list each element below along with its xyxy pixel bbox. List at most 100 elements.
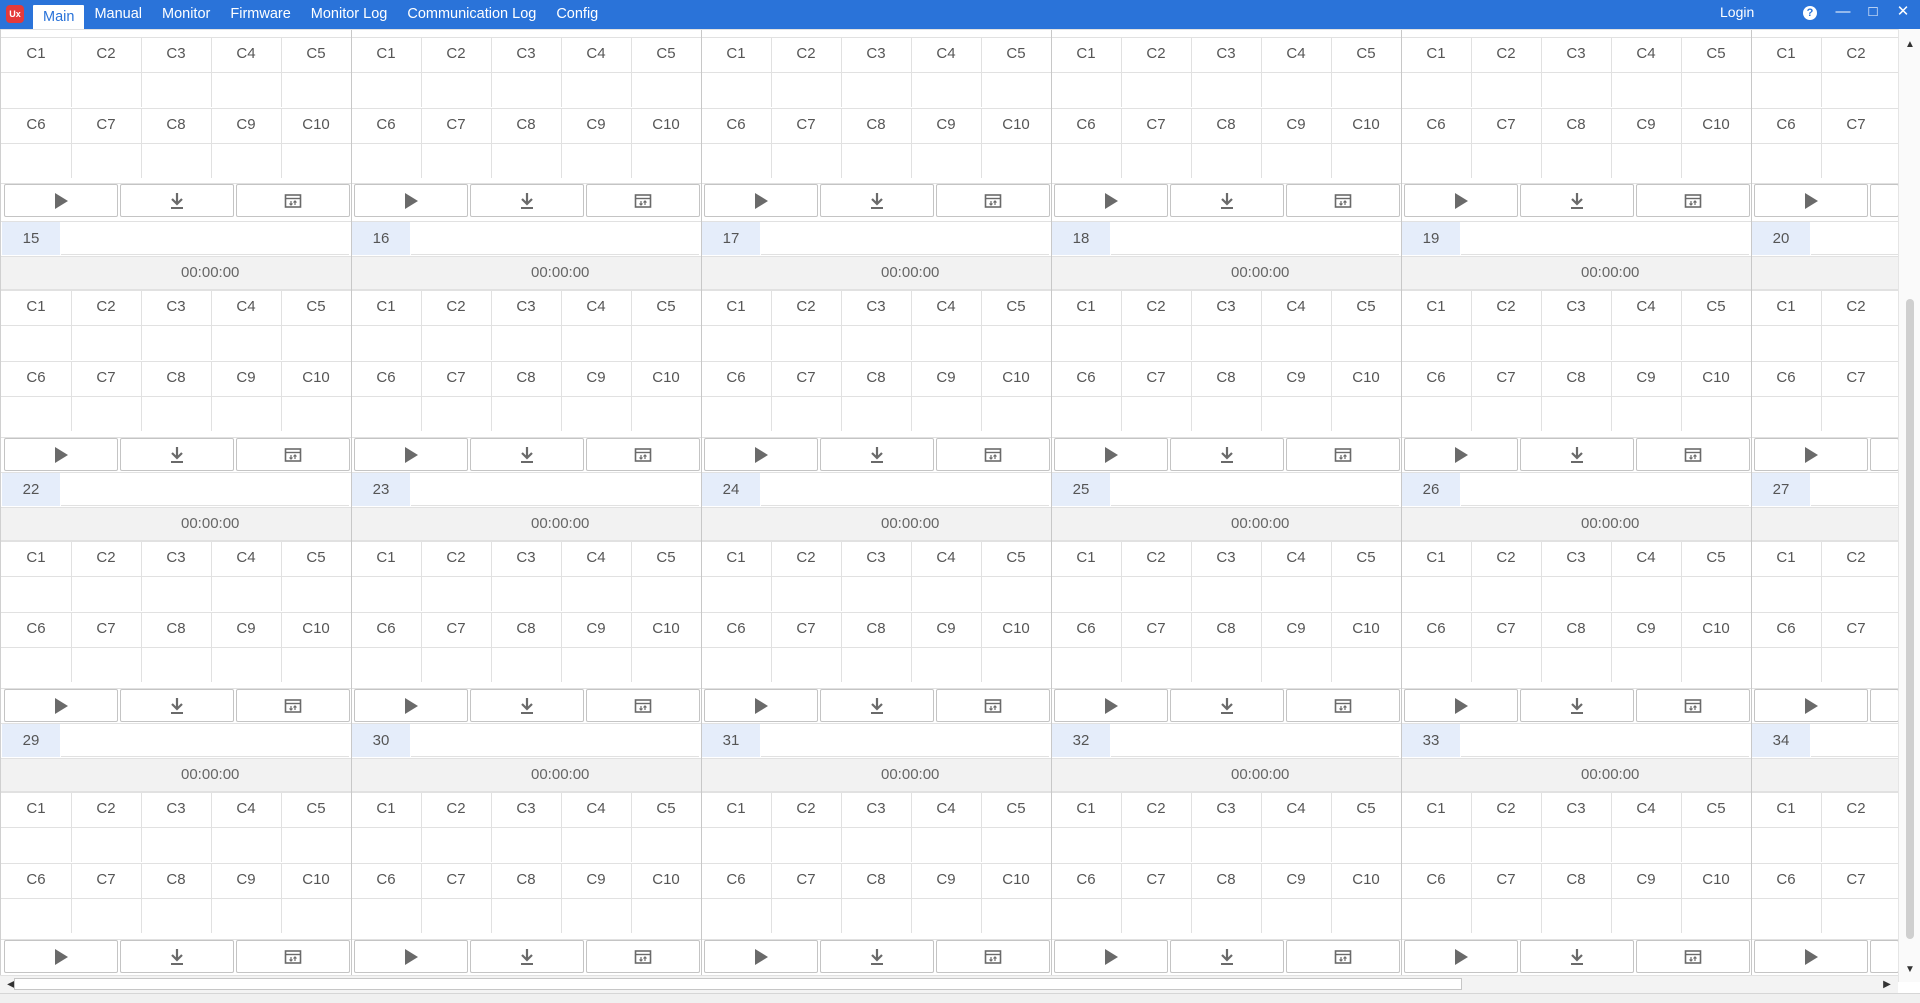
horizontal-scroll-thumb[interactable] (14, 978, 1462, 990)
unit-name-field[interactable] (1111, 473, 1399, 506)
download-button[interactable] (1170, 940, 1284, 973)
start-button[interactable] (354, 689, 468, 722)
download-button[interactable] (1520, 940, 1634, 973)
download-button[interactable] (470, 184, 584, 217)
settings-button[interactable] (1636, 689, 1750, 722)
settings-button[interactable] (936, 689, 1050, 722)
start-button[interactable] (1754, 940, 1868, 973)
start-button[interactable] (1054, 689, 1168, 722)
start-button[interactable] (1404, 689, 1518, 722)
vertical-scrollbar[interactable]: ▲ ▼ (1898, 29, 1920, 982)
settings-button[interactable] (586, 438, 700, 471)
unit-name-field[interactable] (1111, 724, 1399, 757)
download-button[interactable] (1170, 438, 1284, 471)
download-button[interactable] (1870, 184, 1899, 217)
start-button[interactable] (4, 940, 118, 973)
settings-button[interactable] (936, 438, 1050, 471)
start-button[interactable] (704, 689, 818, 722)
menu-item-firmware[interactable]: Firmware (220, 3, 300, 26)
unit-name-field[interactable] (1461, 473, 1749, 506)
start-button[interactable] (1754, 689, 1868, 722)
settings-button[interactable] (586, 689, 700, 722)
settings-button[interactable] (236, 689, 350, 722)
start-button[interactable] (704, 940, 818, 973)
download-button[interactable] (1870, 438, 1899, 471)
horizontal-scrollbar[interactable]: ◀ ▶ (0, 975, 1898, 994)
close-icon[interactable]: ✕ (1888, 0, 1918, 24)
download-button[interactable] (470, 689, 584, 722)
download-button[interactable] (1170, 689, 1284, 722)
download-button[interactable] (120, 184, 234, 217)
unit-name-field[interactable] (1111, 222, 1399, 255)
login-link[interactable]: Login (1720, 0, 1754, 24)
download-button[interactable] (470, 940, 584, 973)
unit-name-field[interactable] (61, 473, 349, 506)
start-button[interactable] (1404, 184, 1518, 217)
download-button[interactable] (820, 438, 934, 471)
unit-name-field[interactable] (411, 222, 699, 255)
start-button[interactable] (1054, 940, 1168, 973)
vertical-scroll-thumb[interactable] (1906, 299, 1914, 939)
download-button[interactable] (1520, 184, 1634, 217)
start-button[interactable] (1754, 438, 1868, 471)
settings-button[interactable] (1286, 940, 1400, 973)
menu-item-communication-log[interactable]: Communication Log (397, 3, 546, 26)
settings-button[interactable] (236, 438, 350, 471)
start-button[interactable] (354, 940, 468, 973)
start-button[interactable] (1404, 940, 1518, 973)
unit-name-field[interactable] (1811, 222, 1899, 255)
unit-name-field[interactable] (1461, 724, 1749, 757)
download-button[interactable] (1170, 184, 1284, 217)
minimize-icon[interactable]: — (1828, 0, 1858, 24)
unit-name-field[interactable] (761, 473, 1049, 506)
start-button[interactable] (1054, 438, 1168, 471)
download-button[interactable] (1870, 689, 1899, 722)
start-button[interactable] (1404, 438, 1518, 471)
settings-button[interactable] (236, 184, 350, 217)
start-button[interactable] (1054, 184, 1168, 217)
start-button[interactable] (354, 438, 468, 471)
unit-name-field[interactable] (411, 473, 699, 506)
start-button[interactable] (4, 689, 118, 722)
download-button[interactable] (1520, 438, 1634, 471)
download-button[interactable] (470, 438, 584, 471)
unit-name-field[interactable] (61, 222, 349, 255)
settings-button[interactable] (1286, 689, 1400, 722)
settings-button[interactable] (1286, 438, 1400, 471)
settings-button[interactable] (1636, 940, 1750, 973)
scroll-up-icon[interactable]: ▲ (1899, 35, 1920, 55)
settings-button[interactable] (936, 184, 1050, 217)
unit-name-field[interactable] (1461, 222, 1749, 255)
unit-name-field[interactable] (1811, 724, 1899, 757)
download-button[interactable] (1870, 940, 1899, 973)
settings-button[interactable] (236, 940, 350, 973)
menu-item-manual[interactable]: Manual (84, 3, 152, 26)
settings-button[interactable] (936, 940, 1050, 973)
menu-item-monitor[interactable]: Monitor (152, 3, 220, 26)
start-button[interactable] (4, 438, 118, 471)
unit-name-field[interactable] (61, 724, 349, 757)
help-icon[interactable]: ? (1795, 0, 1825, 24)
download-button[interactable] (820, 184, 934, 217)
settings-button[interactable] (586, 940, 700, 973)
menu-item-config[interactable]: Config (546, 3, 608, 26)
unit-name-field[interactable] (1811, 473, 1899, 506)
settings-button[interactable] (1286, 184, 1400, 217)
download-button[interactable] (1520, 689, 1634, 722)
menu-item-main[interactable]: Main (33, 5, 85, 29)
start-button[interactable] (4, 184, 118, 217)
maximize-icon[interactable]: □ (1858, 0, 1888, 24)
download-button[interactable] (820, 689, 934, 722)
start-button[interactable] (1754, 184, 1868, 217)
scroll-right-icon[interactable]: ▶ (1878, 976, 1896, 994)
start-button[interactable] (704, 184, 818, 217)
download-button[interactable] (120, 689, 234, 722)
unit-name-field[interactable] (761, 222, 1049, 255)
unit-name-field[interactable] (761, 724, 1049, 757)
download-button[interactable] (820, 940, 934, 973)
settings-button[interactable] (1636, 438, 1750, 471)
settings-button[interactable] (1636, 184, 1750, 217)
download-button[interactable] (120, 940, 234, 973)
menu-item-monitor-log[interactable]: Monitor Log (301, 3, 398, 26)
settings-button[interactable] (586, 184, 700, 217)
